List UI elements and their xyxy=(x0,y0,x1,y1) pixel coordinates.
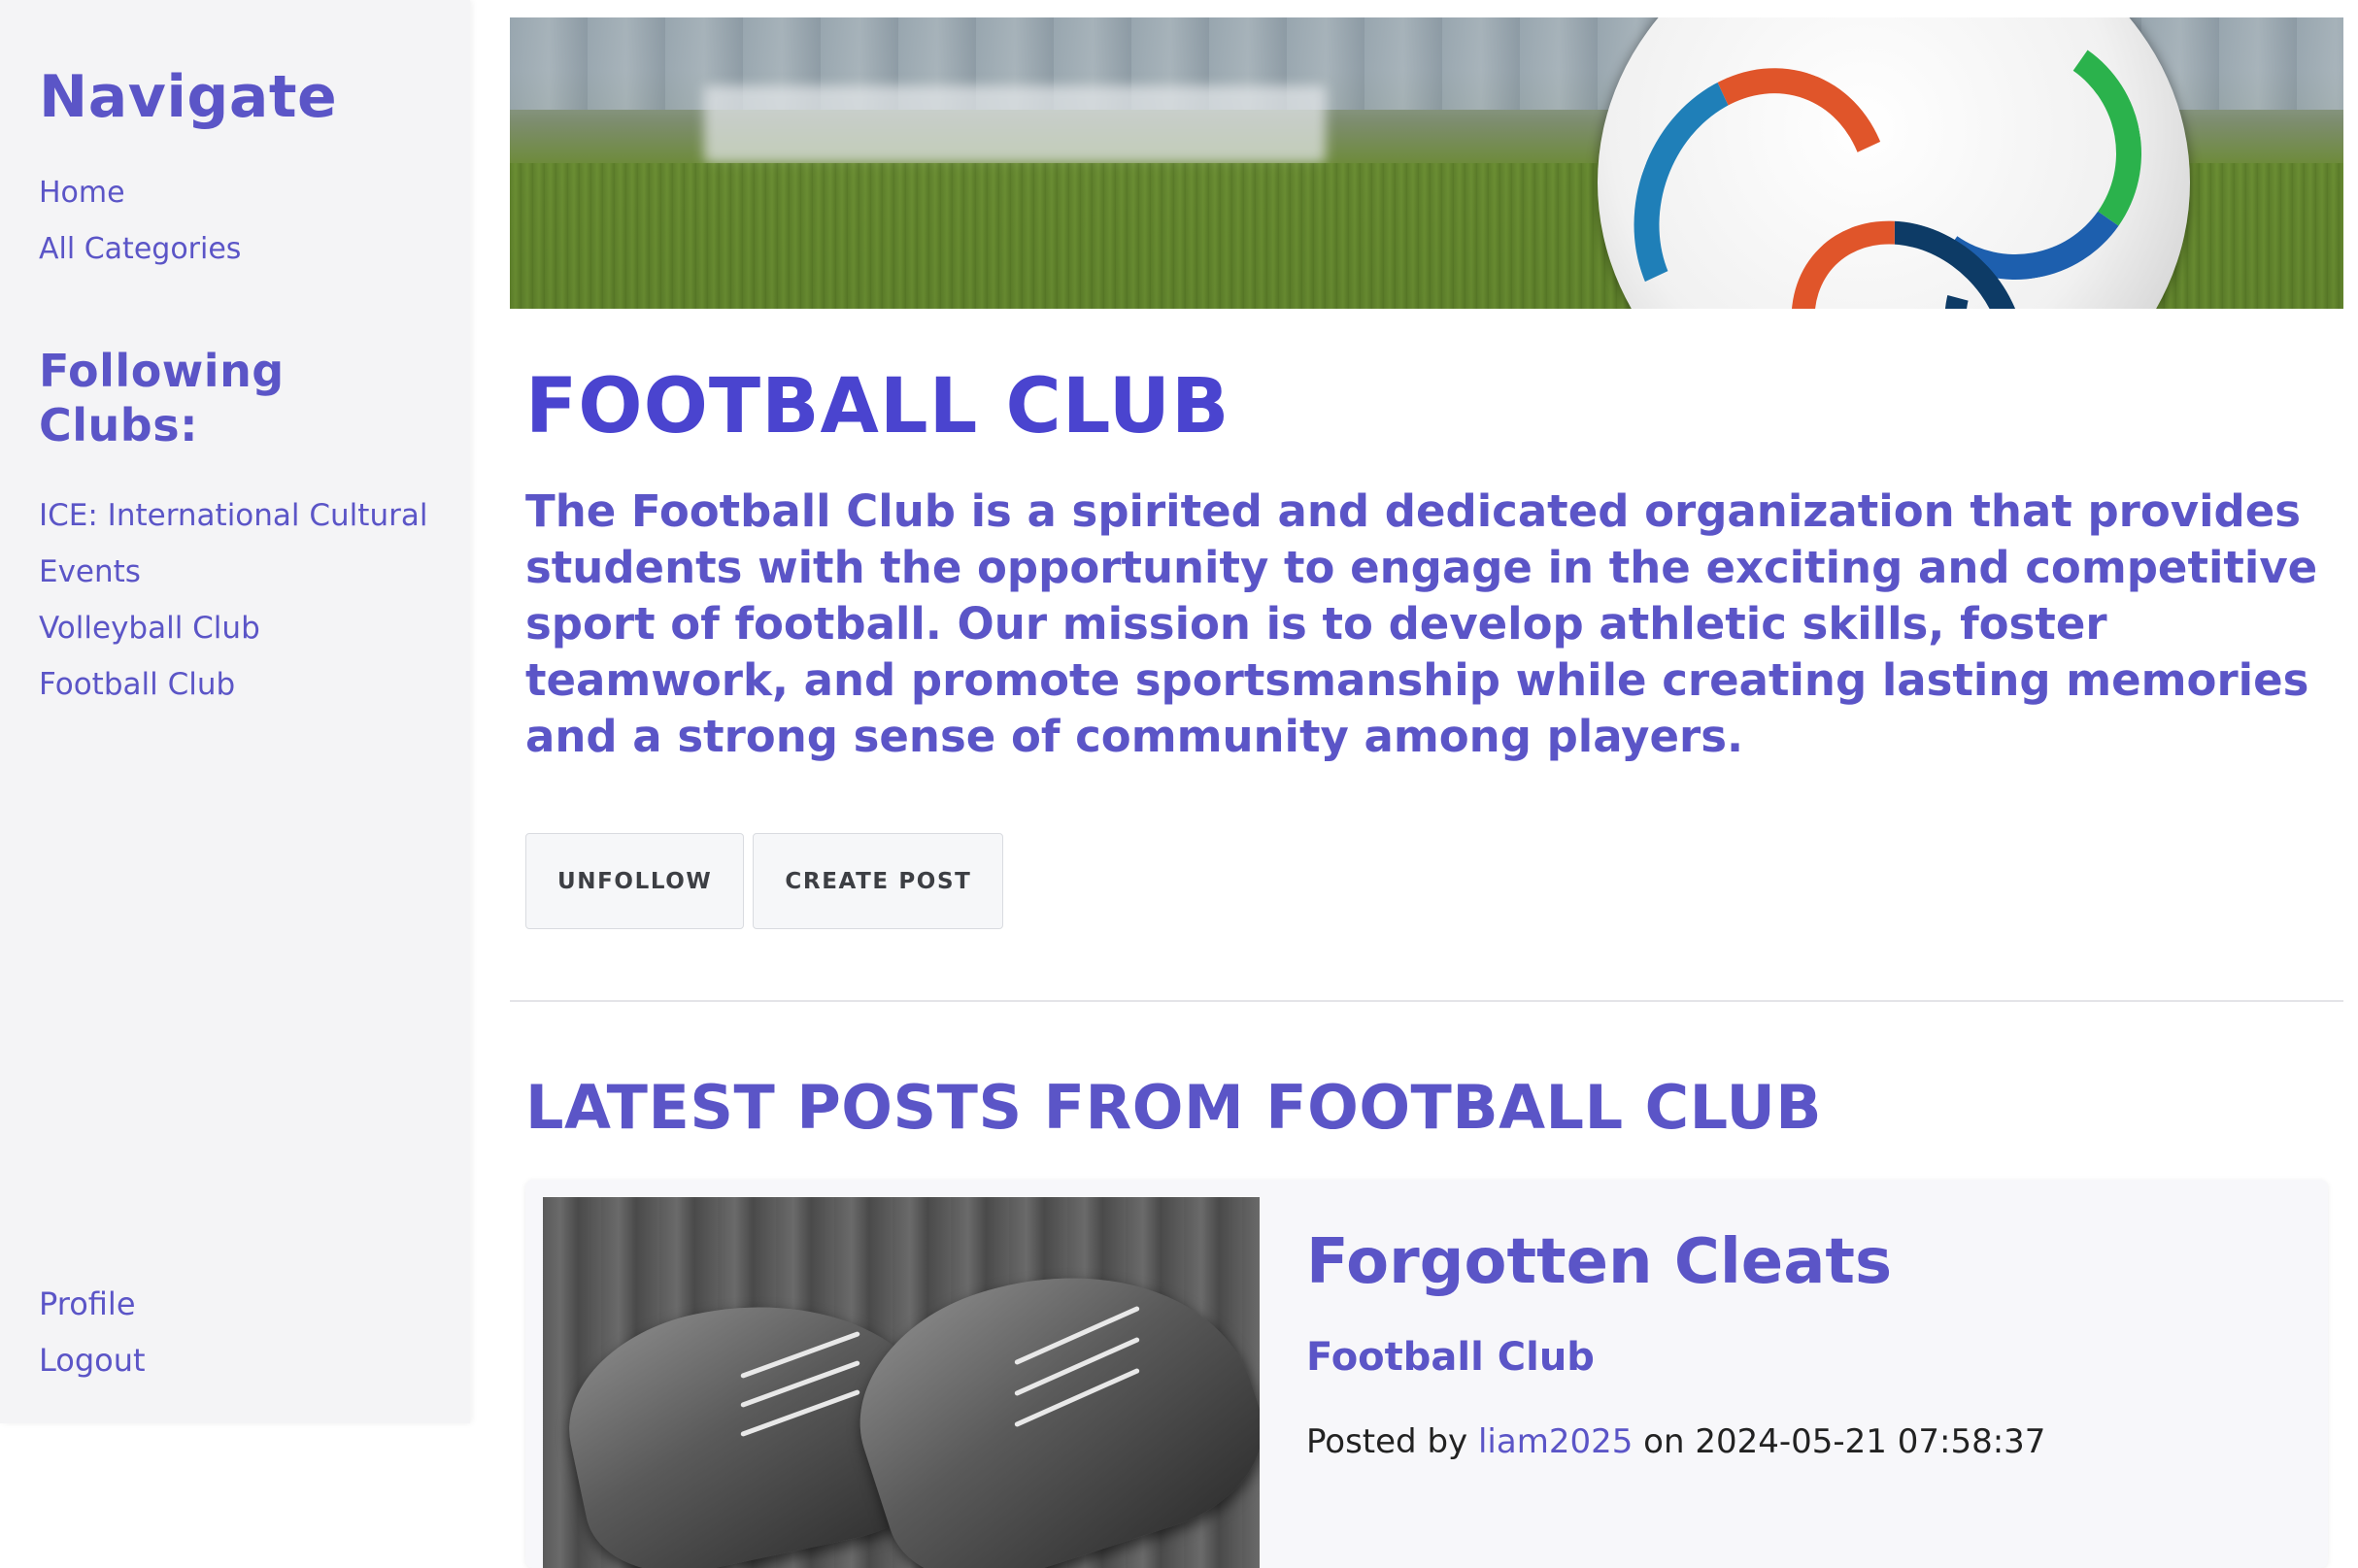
club-item-football[interactable]: Football Club xyxy=(39,656,447,713)
post-author-link[interactable]: liam2025 xyxy=(1478,1422,1633,1461)
sidebar: Navigate Home All Categories Following C… xyxy=(0,0,470,1423)
latest-posts-title: LATEST POSTS FROM FOOTBALL CLUB xyxy=(525,1072,1823,1143)
club-link-ice[interactable]: ICE: International Cultural Events xyxy=(39,498,427,589)
club-description: The Football Club is a spirited and dedi… xyxy=(525,485,2318,762)
sidebar-bottom-links: Profile Logout xyxy=(39,1276,146,1388)
post-image xyxy=(543,1197,1260,1568)
create-post-button[interactable]: CREATE POST xyxy=(753,833,1004,929)
nav-link-all-categories[interactable]: All Categories xyxy=(39,232,241,266)
post-timestamp: 2024-05-21 07:58:37 xyxy=(1695,1422,2046,1461)
soccer-ball-icon xyxy=(1598,17,2190,309)
profile-link[interactable]: Profile xyxy=(39,1285,136,1322)
club-link-volleyball[interactable]: Volleyball Club xyxy=(39,611,260,646)
post-card[interactable]: Forgotten Cleats Football Club Posted by… xyxy=(525,1180,2328,1568)
logout-link[interactable]: Logout xyxy=(39,1342,146,1379)
nav-link-home[interactable]: Home xyxy=(39,176,125,210)
club-actions: UNFOLLOW CREATE POST xyxy=(525,833,2343,929)
club-banner-image xyxy=(510,17,2343,309)
club-link-football[interactable]: Football Club xyxy=(39,667,235,702)
nav-item-all-categories[interactable]: All Categories xyxy=(39,221,470,278)
following-clubs-list: ICE: International Cultural Events Volle… xyxy=(39,487,447,713)
nav-item-home[interactable]: Home xyxy=(39,165,470,221)
club-item-ice[interactable]: ICE: International Cultural Events xyxy=(39,487,447,600)
post-club-name: Football Club xyxy=(1306,1335,1595,1380)
posted-on-label: on xyxy=(1643,1422,1685,1461)
nav-item-profile[interactable]: Profile xyxy=(39,1276,146,1332)
post-meta: Posted by liam2025 on 2024-05-21 07:58:3… xyxy=(1306,1422,2045,1461)
unfollow-button[interactable]: UNFOLLOW xyxy=(525,833,745,929)
section-divider xyxy=(510,1000,2343,1002)
nav-list: Home All Categories xyxy=(39,165,470,278)
nav-item-logout[interactable]: Logout xyxy=(39,1332,146,1388)
post-body: Forgotten Cleats Football Club Posted by… xyxy=(1306,1226,2045,1461)
cleat-shoe-right xyxy=(828,1221,1260,1568)
post-title[interactable]: Forgotten Cleats xyxy=(1306,1226,2045,1298)
main-content: FOOTBALL CLUB The Football Club is a spi… xyxy=(510,17,2343,1568)
sidebar-title: Navigate xyxy=(39,63,338,131)
banner-ad-board xyxy=(704,85,1326,163)
posted-by-label: Posted by xyxy=(1306,1422,1468,1461)
club-title: FOOTBALL CLUB xyxy=(525,363,1230,450)
club-item-volleyball[interactable]: Volleyball Club xyxy=(39,600,447,656)
following-clubs-title: Following Clubs: xyxy=(39,345,285,451)
